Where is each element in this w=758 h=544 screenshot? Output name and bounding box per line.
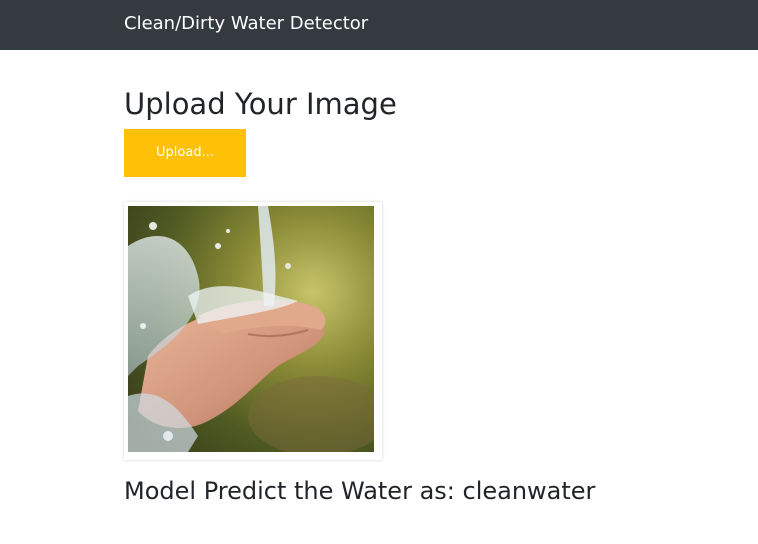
prediction-result: Model Predict the Water as: cleanwater xyxy=(124,477,596,505)
uploaded-image-preview xyxy=(124,202,382,460)
page-heading: Upload Your Image xyxy=(124,87,397,121)
navbar-brand[interactable]: Clean/Dirty Water Detector xyxy=(124,13,368,35)
upload-button[interactable]: Upload... xyxy=(124,129,246,177)
water-hands-photo xyxy=(128,206,374,452)
navbar: Clean/Dirty Water Detector xyxy=(0,0,758,50)
